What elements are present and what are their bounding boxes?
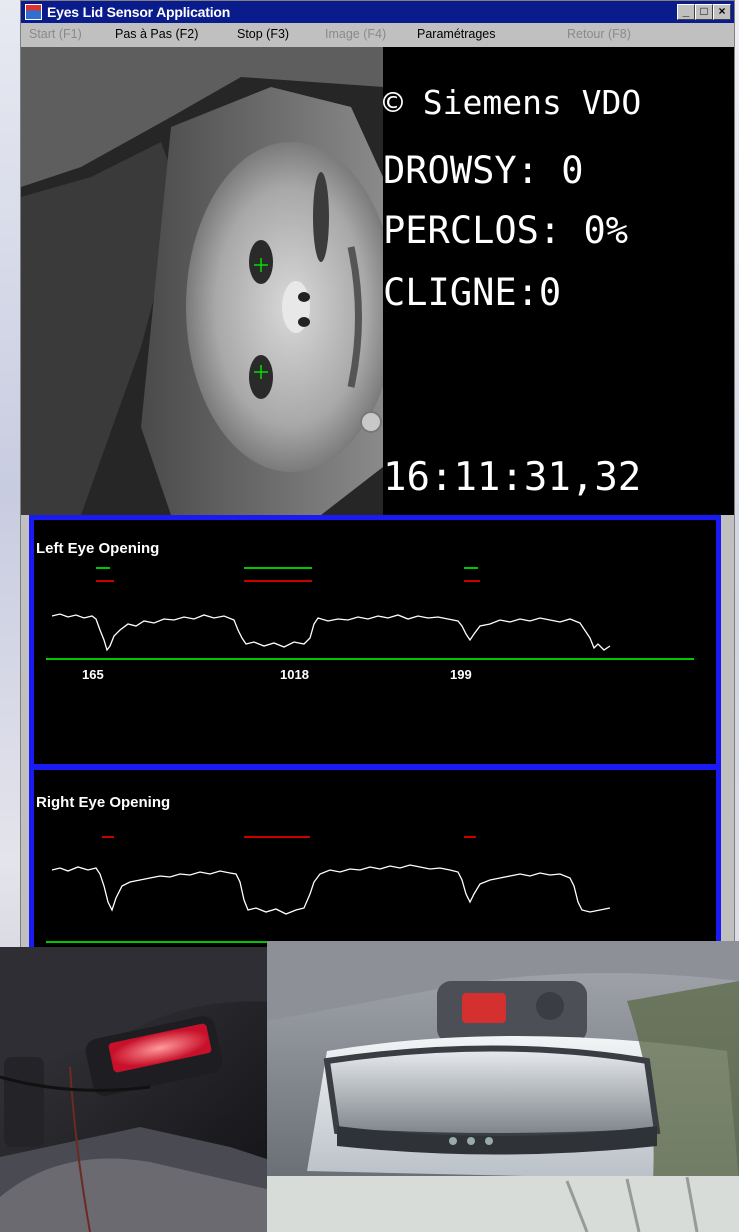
menu-retour[interactable]: Retour (F8): [567, 27, 631, 41]
menu-start[interactable]: Start (F1): [29, 27, 82, 41]
right-eye-trace: [46, 836, 694, 943]
window-title: Eyes Lid Sensor Application: [47, 4, 231, 20]
menu-parametrages[interactable]: Paramétrages: [417, 27, 496, 41]
copyright-label: © Siemens VDO: [383, 83, 642, 122]
left-eye-value-2: 1018: [280, 667, 309, 682]
drowsy-counter: DROWSY: 0: [383, 149, 584, 192]
maximize-button[interactable]: □: [695, 4, 713, 20]
title-bar[interactable]: Eyes Lid Sensor Application _ □ ×: [21, 1, 734, 23]
left-eye-trace: [46, 567, 694, 660]
app-icon: [25, 4, 42, 20]
perclos-value: PERCLOS: 0%: [383, 209, 629, 252]
cligne-counter: CLIGNE:0: [383, 271, 562, 314]
left-eye-signal: [51, 613, 611, 652]
app-window: Eyes Lid Sensor Application _ □ × Start …: [20, 0, 735, 961]
status-display: © Siemens VDO DROWSY: 0 PERCLOS: 0% CLIG…: [383, 47, 734, 515]
right-eye-signal: [51, 864, 611, 915]
timestamp: 16:11:31,32: [383, 455, 642, 500]
close-button[interactable]: ×: [713, 4, 731, 20]
menu-stop[interactable]: Stop (F3): [237, 27, 289, 41]
camera-feed: [21, 47, 383, 515]
left-eye-panel: Left Eye Opening 165 1018 199: [29, 515, 721, 769]
menu-pas-a-pas[interactable]: Pas à Pas (F2): [115, 27, 198, 41]
menu-image[interactable]: Image (F4): [325, 27, 386, 41]
minimize-button[interactable]: _: [677, 4, 695, 20]
left-eye-value-1: 165: [82, 667, 104, 682]
right-eye-panel: Right Eye Opening: [29, 765, 721, 961]
face-image: [21, 47, 383, 515]
left-eye-value-3: 199: [450, 667, 472, 682]
menu-bar: Start (F1) Pas à Pas (F2) Stop (F3) Imag…: [21, 23, 734, 45]
rearview-mirror-photo: [267, 941, 739, 1232]
